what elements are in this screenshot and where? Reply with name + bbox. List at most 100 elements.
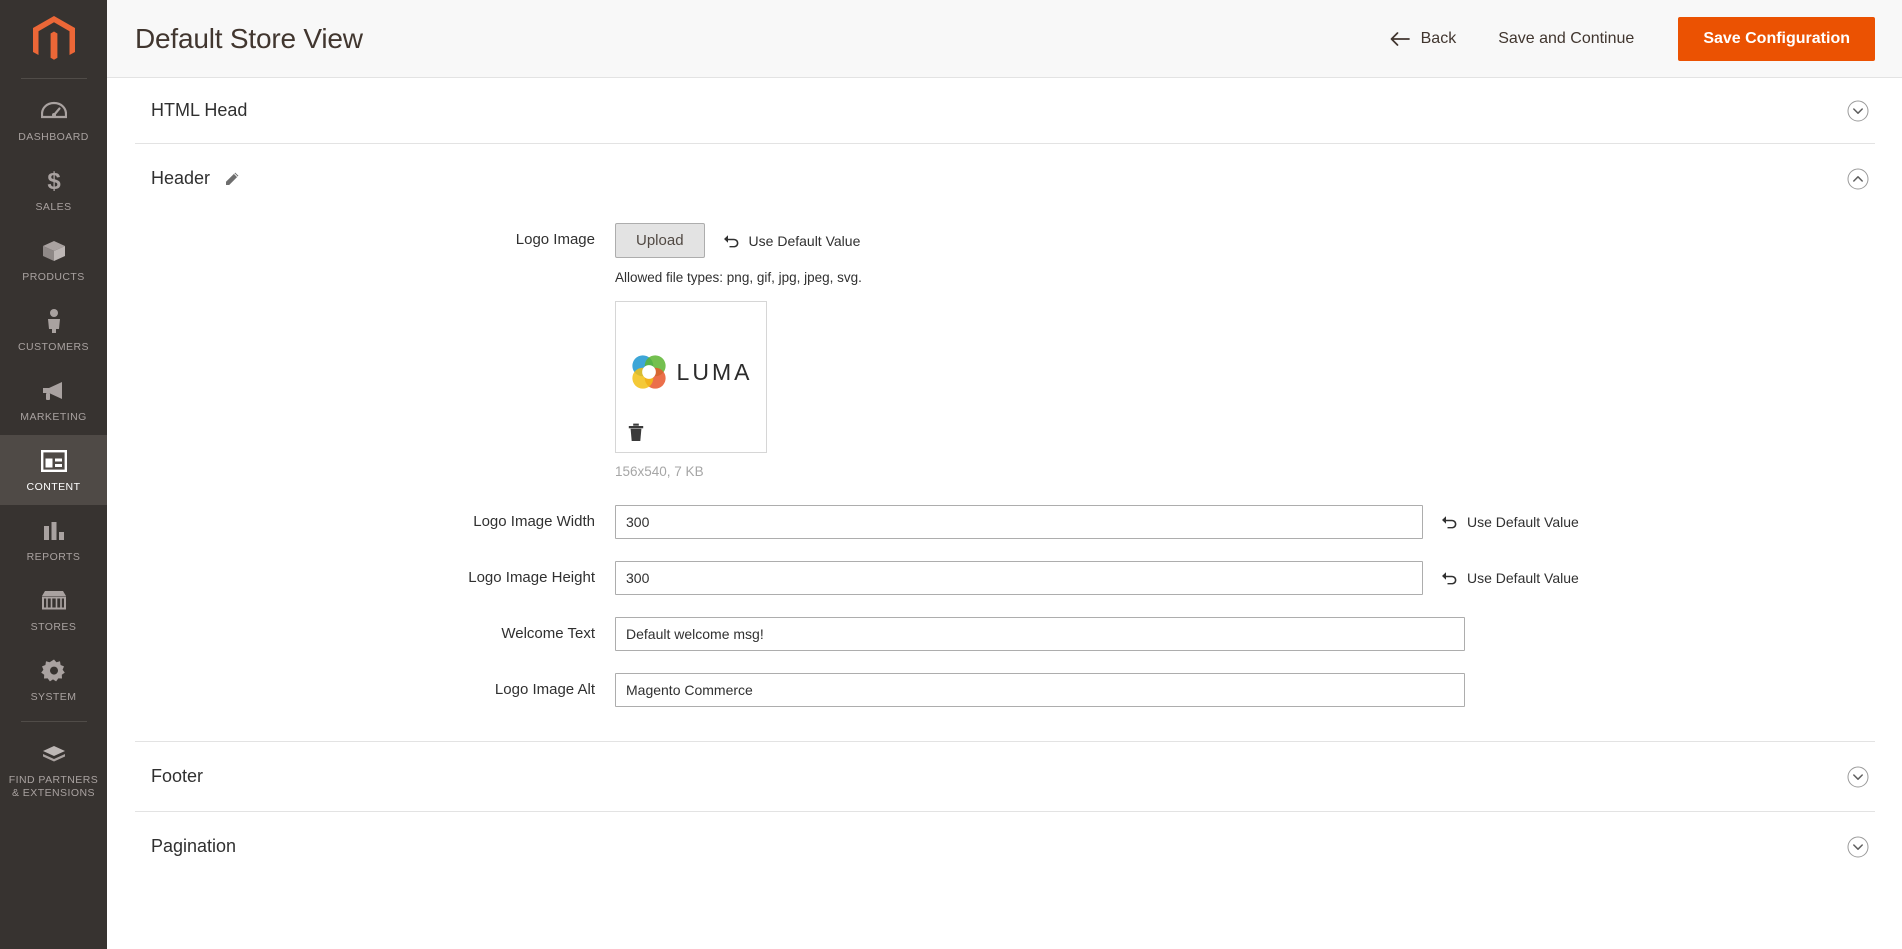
sidebar-item-label: SALES (35, 201, 72, 213)
sidebar-item-label: CUSTOMERS (18, 341, 89, 353)
sidebar-item-dashboard[interactable]: DASHBOARD (0, 85, 107, 155)
sidebar-item-stores[interactable]: STORES (0, 575, 107, 645)
use-default-label: Use Default Value (748, 232, 861, 249)
sidebar-item-label: STORES (30, 621, 77, 633)
magento-logo-icon (32, 16, 75, 60)
chevron-down-icon[interactable] (1847, 836, 1869, 858)
field-row-logo-alt: Logo Image Alt (135, 673, 1875, 707)
pencil-icon[interactable] (224, 171, 240, 187)
chevron-up-icon[interactable] (1847, 168, 1869, 190)
store-icon (40, 588, 68, 614)
field-control (615, 673, 1465, 707)
field-row-welcome-text: Welcome Text (135, 617, 1875, 651)
sidebar-item-reports[interactable]: REPORTS (0, 505, 107, 575)
sidebar-item-label: SYSTEM (30, 691, 77, 703)
sidebar-divider-top (20, 78, 87, 79)
logo-upload-row: Upload Use Default Value (615, 223, 860, 258)
sidebar-item-customers[interactable]: CUSTOMERS (0, 295, 107, 365)
sidebar-item-label: PRODUCTS (22, 271, 85, 283)
use-default-value-logo-width[interactable]: Use Default Value (1441, 514, 1579, 530)
luma-mark-icon (631, 355, 666, 389)
chevron-down-icon[interactable] (1847, 766, 1869, 788)
admin-page: DASHBOARD $ SALES PRODUCTS CUSTOMERS MAR… (0, 0, 1902, 949)
field-label: Logo Image (515, 231, 595, 248)
section-html-head-header[interactable]: HTML Head (135, 78, 1875, 143)
field-row-logo-image: Logo Image Upload Use Default Value Allo… (135, 223, 1875, 479)
section-title: Header (151, 168, 211, 188)
extension-icon (40, 741, 68, 767)
bar-chart-icon (41, 518, 67, 544)
layout-icon (40, 448, 67, 474)
gear-icon (40, 658, 67, 684)
use-default-value-logo-image[interactable]: Use Default Value (723, 232, 861, 249)
logo-image-alt-input[interactable] (615, 673, 1465, 707)
sidebar-item-label: MARKETING (20, 411, 87, 423)
allowed-file-types-note: Allowed file types: png, gif, jpg, jpeg,… (615, 270, 862, 285)
section-title: HTML Head (151, 100, 248, 120)
sidebar-item-find-partners[interactable]: FIND PARTNERS & EXTENSIONS (0, 728, 107, 811)
svg-text:$: $ (47, 168, 61, 194)
section-title: Pagination (151, 836, 237, 856)
sidebar-item-content[interactable]: CONTENT (0, 435, 107, 505)
logo-image-meta: 156x540, 7 KB (615, 464, 704, 479)
section-title: Footer (151, 766, 204, 786)
save-and-continue-button[interactable]: Save and Continue (1474, 21, 1658, 57)
luma-logo: LUMA (630, 353, 753, 391)
person-icon (45, 308, 63, 334)
save-configuration-button[interactable]: Save Configuration (1678, 16, 1875, 61)
page-title: Default Store View (135, 22, 363, 54)
logo-image-width-input[interactable] (615, 505, 1423, 539)
use-default-label: Use Default Value (1467, 514, 1579, 530)
box-icon (41, 238, 67, 264)
welcome-text-input[interactable] (615, 617, 1465, 651)
section-header-header[interactable]: Header (135, 144, 1875, 213)
section-html-head: HTML Head (135, 78, 1875, 144)
use-default-label: Use Default Value (1467, 570, 1579, 586)
sidebar-divider-bottom (20, 721, 87, 722)
config-sections: HTML Head Header Logo Image Upload Use D… (107, 78, 1902, 881)
section-header-body: Logo Image Upload Use Default Value Allo… (135, 213, 1875, 741)
section-header: Header Logo Image Upload Use Default Val… (135, 144, 1875, 742)
dollar-icon: $ (44, 168, 64, 194)
sidebar-item-system[interactable]: SYSTEM (0, 645, 107, 715)
field-control (615, 617, 1465, 651)
field-label: Logo Image Width (473, 513, 595, 530)
logo-image-height-input[interactable] (615, 561, 1423, 595)
trash-icon (628, 423, 644, 441)
section-pagination: Pagination (135, 812, 1875, 881)
sidebar-item-label: REPORTS (26, 551, 81, 563)
field-control: Use Default Value (615, 505, 1579, 539)
back-label: Back (1420, 29, 1457, 47)
field-row-logo-width: Logo Image Width Use Default Value (135, 505, 1875, 539)
dashboard-icon (40, 98, 67, 124)
sidebar-item-label: FIND PARTNERS & EXTENSIONS (8, 774, 99, 799)
back-button[interactable]: Back (1372, 21, 1475, 57)
main-content: Default Store View Back Save and Continu… (107, 0, 1902, 949)
sidebar-item-label: CONTENT (26, 481, 81, 493)
sidebar-item-products[interactable]: PRODUCTS (0, 225, 107, 295)
field-control: Use Default Value (615, 561, 1579, 595)
revert-arrow-icon (1442, 572, 1457, 585)
field-label: Welcome Text (501, 625, 595, 642)
revert-arrow-icon (1442, 516, 1457, 529)
megaphone-icon (40, 378, 68, 404)
section-footer-header[interactable]: Footer (135, 742, 1875, 811)
logo-image-preview: LUMA (615, 301, 767, 453)
magento-logo[interactable] (0, 0, 107, 78)
revert-arrow-icon (723, 234, 738, 247)
header-actions: Back Save and Continue Save Configuratio… (1372, 16, 1875, 61)
sidebar-item-label: DASHBOARD (18, 131, 89, 143)
delete-logo-button[interactable] (628, 423, 644, 442)
field-row-logo-height: Logo Image Height Use Default Value (135, 561, 1875, 595)
chevron-down-icon[interactable] (1847, 100, 1869, 122)
upload-button[interactable]: Upload (615, 223, 705, 258)
use-default-value-logo-height[interactable]: Use Default Value (1441, 570, 1579, 586)
sidebar-item-marketing[interactable]: MARKETING (0, 365, 107, 435)
field-label: Logo Image Alt (494, 681, 595, 698)
arrow-left-icon (1390, 31, 1410, 46)
field-label: Logo Image Height (468, 569, 595, 586)
page-header: Default Store View Back Save and Continu… (107, 0, 1902, 78)
main-sidebar: DASHBOARD $ SALES PRODUCTS CUSTOMERS MAR… (0, 0, 107, 949)
sidebar-item-sales[interactable]: $ SALES (0, 155, 107, 225)
section-pagination-header[interactable]: Pagination (135, 812, 1875, 881)
